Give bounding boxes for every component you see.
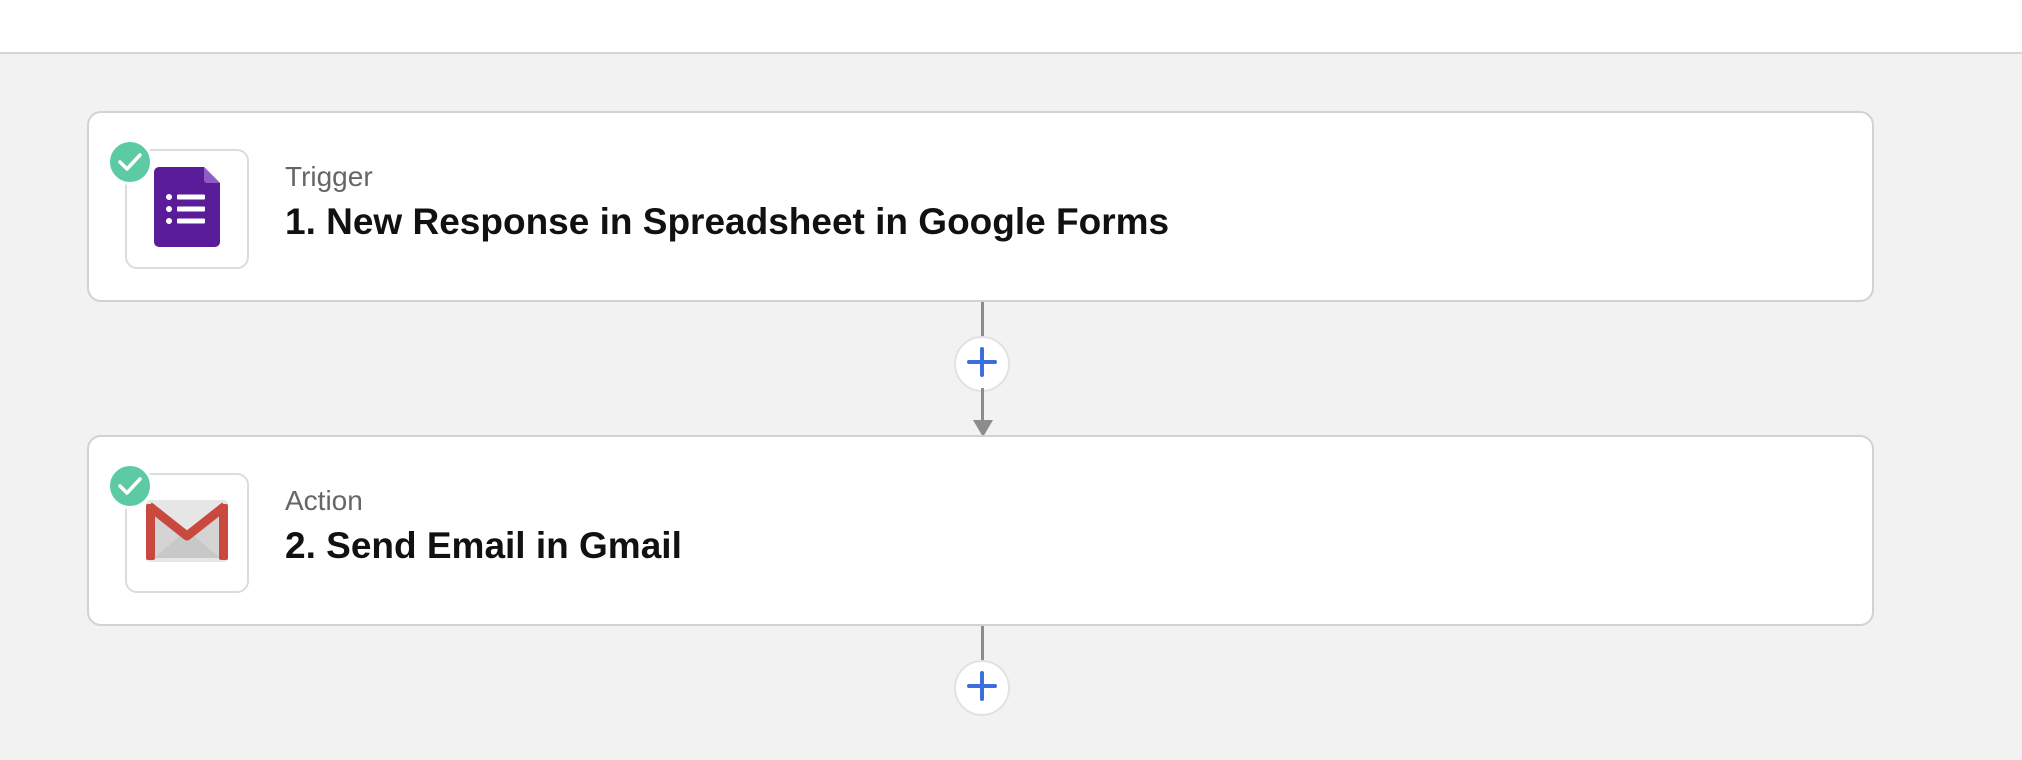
plus-icon (966, 346, 998, 383)
add-step-button[interactable] (954, 336, 1010, 392)
step-title: 2. Send Email in Gmail (285, 525, 682, 566)
step-card-action[interactable]: Action 2. Send Email in Gmail (87, 435, 1874, 626)
check-icon (107, 139, 153, 185)
connector-line (981, 388, 984, 422)
check-icon (107, 463, 153, 509)
plus-icon (966, 670, 998, 707)
step-title: 1. New Response in Spreadsheet in Google… (285, 201, 1170, 242)
google-forms-icon (154, 166, 220, 252)
step-card-trigger[interactable]: Trigger 1. New Response in Spreadsheet i… (87, 111, 1874, 302)
top-bar (0, 0, 2022, 54)
step-kind-label: Trigger (285, 161, 373, 192)
add-step-button[interactable] (954, 660, 1010, 716)
step-kind-label: Action (285, 485, 363, 516)
gmail-icon (146, 499, 228, 567)
